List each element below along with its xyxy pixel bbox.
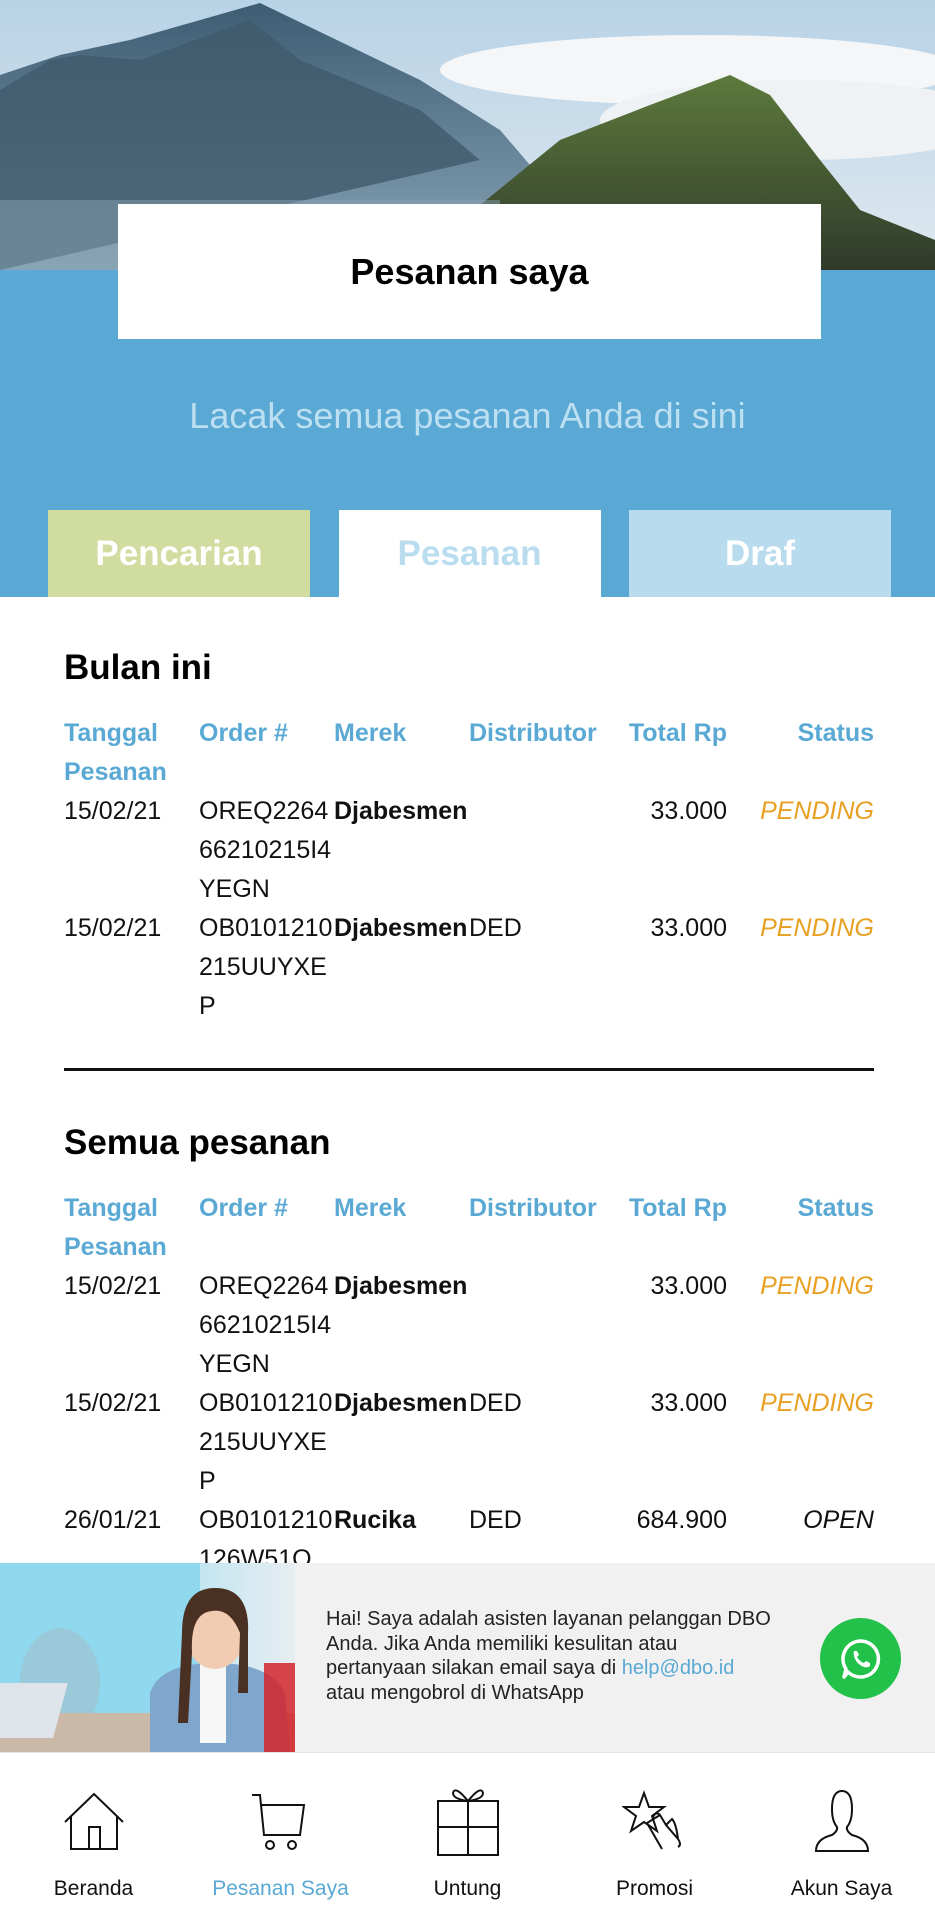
cell-order-number[interactable]: OREQ226466210215I4YEGN <box>199 1267 334 1384</box>
col-header-distributor: Distributor <box>469 1194 597 1222</box>
section-title-all-orders: Semua pesanan <box>64 1123 331 1162</box>
cell-status[interactable]: PENDING <box>727 792 874 909</box>
col-header-distributor: Distributor <box>469 719 597 747</box>
this-month-section: Bulan ini Tanggal Pesanan Order # Merek … <box>64 648 874 1026</box>
col-header-status: Status <box>797 719 874 747</box>
whatsapp-icon <box>840 1638 880 1679</box>
cell-order-number[interactable]: OB0101210215UUYXEP <box>199 1384 334 1501</box>
tab-draft[interactable]: Draf <box>629 510 891 597</box>
cell-order-number[interactable]: OREQ226466210215I4YEGN <box>199 792 334 909</box>
col-header-order: Order # <box>199 1194 288 1222</box>
nav-item-promotions[interactable]: Promosi <box>561 1753 748 1920</box>
cell-status[interactable]: PENDING <box>727 1267 874 1384</box>
cell-status[interactable]: PENDING <box>727 1384 874 1501</box>
page-title-card: Pesanan saya <box>118 204 821 339</box>
cell-date[interactable]: 15/02/21 <box>64 1267 199 1384</box>
cell-distributor[interactable]: DED <box>469 909 619 1026</box>
home-icon <box>63 1792 124 1850</box>
nav-item-my-account[interactable]: Akun Saya <box>748 1753 935 1920</box>
tab-search[interactable]: Pencarian <box>48 510 310 597</box>
cell-total[interactable]: 33.000 <box>619 792 727 909</box>
nav-label-my-orders: Pesanan Saya <box>212 1877 349 1900</box>
all-orders-table: Tanggal Pesanan Order # Merek Distributo… <box>64 1189 874 1563</box>
cell-distributor[interactable]: DED <box>469 1384 619 1501</box>
col-header-date: Tanggal Pesanan <box>64 1194 167 1261</box>
cell-brand[interactable]: Rucika <box>334 1501 469 1563</box>
customer-service-agent-photo <box>0 1563 295 1752</box>
user-icon <box>814 1789 869 1852</box>
gift-icon <box>436 1789 499 1856</box>
cell-status[interactable]: PENDING <box>727 909 874 1026</box>
order-tabs: Pencarian Pesanan Draf <box>48 510 891 597</box>
col-header-total: Total Rp <box>628 719 727 747</box>
bottom-navigation: Beranda Pesanan Saya Untung Promosi Akun… <box>0 1752 935 1920</box>
cell-distributor[interactable] <box>469 792 619 909</box>
customer-service-banner: Hai! Saya adalah asisten layanan pelangg… <box>0 1563 935 1752</box>
whatsapp-button[interactable] <box>820 1618 901 1699</box>
section-title-this-month: Bulan ini <box>64 648 212 687</box>
cell-total[interactable]: 33.000 <box>619 1267 727 1384</box>
cell-brand[interactable]: Djabesmen <box>334 792 469 909</box>
nav-label-promotions: Promosi <box>615 1877 694 1900</box>
col-header-status: Status <box>797 1194 874 1222</box>
cell-date[interactable]: 15/02/21 <box>64 1384 199 1501</box>
cell-distributor[interactable] <box>469 1267 619 1384</box>
cell-brand[interactable]: Djabesmen <box>334 1267 469 1384</box>
cell-brand[interactable]: Djabesmen <box>334 1384 469 1501</box>
promo-star-hand-icon <box>621 1790 681 1850</box>
cell-brand[interactable]: Djabesmen <box>334 909 469 1026</box>
cell-distributor[interactable]: DED <box>469 1501 619 1563</box>
page-title: Pesanan saya <box>350 250 589 292</box>
help-email-link[interactable]: help@dbo.id <box>622 1657 735 1679</box>
nav-label-my-account: Akun Saya <box>790 1877 893 1900</box>
cell-total[interactable]: 684.900 <box>619 1501 727 1563</box>
cell-date[interactable]: 15/02/21 <box>64 909 199 1026</box>
nav-item-my-orders[interactable]: Pesanan Saya <box>187 1753 374 1920</box>
tab-orders[interactable]: Pesanan <box>338 510 601 597</box>
nav-item-benefits[interactable]: Untung <box>374 1753 561 1920</box>
cell-order-number[interactable]: OB0101210126W51O <box>199 1501 334 1563</box>
help-message: Hai! Saya adalah asisten layanan pelangg… <box>326 1607 776 1705</box>
help-text-outro: atau mengobrol di WhatsApp <box>326 1681 584 1704</box>
cell-total[interactable]: 33.000 <box>619 909 727 1026</box>
nav-label-benefits: Untung <box>433 1877 502 1900</box>
page-subtitle: Lacak semua pesanan Anda di sini <box>189 395 746 436</box>
all-orders-section: Semua pesanan Tanggal Pesanan Order # Me… <box>64 1123 874 1563</box>
cell-status[interactable]: OPEN <box>727 1501 874 1563</box>
cell-total[interactable]: 33.000 <box>619 1384 727 1501</box>
cell-date[interactable]: 26/01/21 <box>64 1501 199 1563</box>
this-month-table: Tanggal Pesanan Order # Merek Distributo… <box>64 714 874 1026</box>
cell-date[interactable]: 15/02/21 <box>64 792 199 909</box>
section-divider <box>64 1068 874 1071</box>
nav-item-home[interactable]: Beranda <box>0 1753 187 1920</box>
cell-order-number[interactable]: OB0101210215UUYXEP <box>199 909 334 1026</box>
col-header-total: Total Rp <box>628 1194 727 1222</box>
nav-label-home: Beranda <box>53 1877 134 1900</box>
col-header-order: Order # <box>199 719 288 747</box>
hero-header: Pesanan saya Lacak semua pesanan Anda di… <box>0 0 935 597</box>
col-header-date: Tanggal Pesanan <box>64 719 167 786</box>
col-header-brand: Merek <box>334 1194 407 1222</box>
cart-icon <box>251 1794 305 1850</box>
col-header-brand: Merek <box>334 719 407 747</box>
